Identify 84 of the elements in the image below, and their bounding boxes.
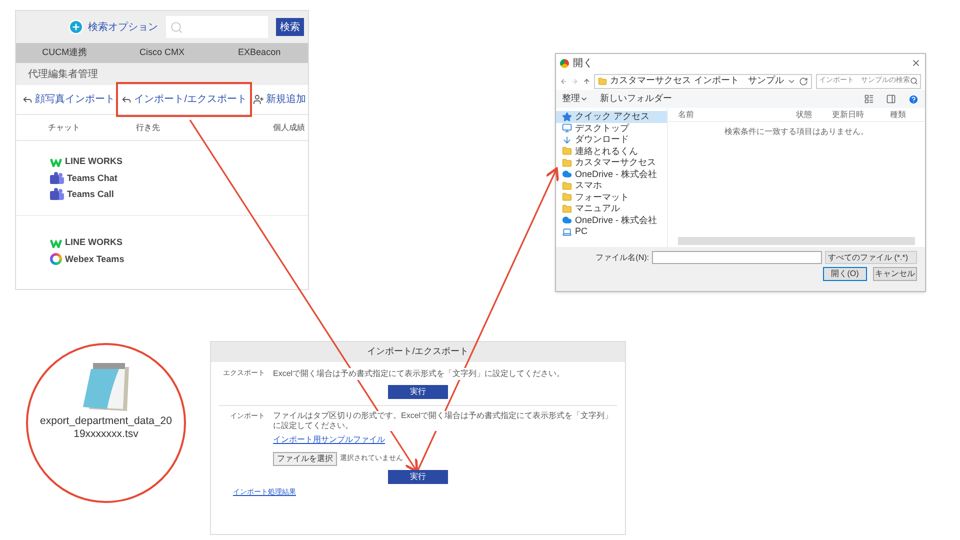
nav-item[interactable]: スマホ — [556, 180, 667, 192]
webex-icon — [50, 253, 62, 266]
run-button[interactable]: 実行 — [388, 470, 448, 484]
lineworks-icon — [50, 156, 62, 167]
nav-item[interactable]: PC — [556, 226, 667, 238]
dialog-button[interactable]: 開く(O) — [823, 267, 867, 281]
column-header[interactable]: 種類 — [890, 108, 906, 120]
folder-icon — [598, 76, 607, 86]
nav-item[interactable]: クイック アクセス — [556, 111, 667, 122]
help-icon[interactable] — [908, 94, 919, 104]
search-button[interactable]: 検索 — [276, 18, 304, 36]
download-icon — [562, 134, 572, 145]
reply-icon — [121, 94, 132, 105]
file-name: export_department_data_2019xxxxxxx.tsv — [39, 415, 173, 441]
column-header[interactable]: 状態 — [796, 108, 832, 120]
teams-icon — [50, 172, 64, 185]
path-segment[interactable]: カスタマーサクセス — [610, 74, 691, 88]
cloud-icon — [562, 215, 572, 226]
back-icon[interactable] — [560, 76, 568, 86]
desktop-icon — [562, 123, 572, 134]
pc-icon — [562, 226, 572, 237]
column-header: チャット — [48, 122, 81, 134]
action-link[interactable]: 顔写真インポート — [22, 92, 116, 107]
search-option-link[interactable]: 検索オプション — [88, 20, 158, 34]
nav-item[interactable]: カスタマーサクセス — [556, 157, 667, 168]
search-icon — [170, 20, 183, 34]
panel-title: インポート/エクスポート — [367, 345, 469, 358]
action-link[interactable]: インポート/エクスポート — [118, 84, 250, 115]
folder-icon — [562, 192, 572, 202]
column-header[interactable]: 名前 — [678, 108, 796, 120]
nav-item[interactable]: OneDrive - 株式会社 — [556, 168, 667, 180]
tab[interactable]: EXBeacon — [210, 46, 308, 60]
refresh-icon[interactable] — [798, 76, 808, 86]
service-name: Webex Teams — [65, 252, 124, 266]
service-name: LINE WORKS — [65, 236, 122, 249]
view-icon[interactable] — [864, 94, 874, 104]
nav-item[interactable]: 連絡とれるくん — [556, 146, 667, 157]
column-header[interactable]: 更新日時 — [832, 108, 890, 120]
empty-message: 検索条件に一致する項目はありません。 — [724, 126, 868, 138]
search-icon — [910, 77, 918, 85]
action-link[interactable]: 新規追加 — [253, 92, 306, 107]
cloud-icon — [562, 169, 572, 180]
filetype-select[interactable]: すべてのファイル (*.*) — [825, 251, 917, 264]
dialog-button[interactable]: キャンセル — [873, 267, 917, 281]
run-button[interactable]: 実行 — [388, 385, 448, 399]
tab[interactable]: Cisco CMX — [113, 46, 211, 60]
teams-icon — [50, 188, 64, 202]
filename-field[interactable] — [652, 251, 822, 264]
organize-menu[interactable]: 整理 — [562, 92, 588, 106]
star-icon — [562, 112, 572, 122]
nav-item[interactable]: フォーマット — [556, 192, 667, 203]
folder-icon — [562, 146, 572, 156]
browser-icon — [560, 58, 569, 68]
column-header: 行き先 — [136, 122, 161, 134]
folder-icon — [562, 180, 572, 191]
new-folder-button[interactable]: 新しいフォルダー — [600, 92, 672, 106]
choose-file-button[interactable]: ファイルを選択 — [273, 452, 337, 466]
service-name: Teams Chat — [67, 172, 118, 184]
folder-icon — [562, 158, 572, 168]
address-bar[interactable]: カスタマーサクセス インポート サンプル — [594, 74, 812, 88]
service-name: Teams Call — [67, 188, 114, 201]
caret-icon — [580, 95, 588, 103]
nav-item[interactable]: OneDrive - 株式会社 — [556, 214, 667, 226]
user-plus-icon — [253, 94, 264, 105]
preview-pane-icon[interactable] — [886, 94, 896, 104]
close-icon[interactable] — [911, 58, 921, 68]
nav-item[interactable]: マニュアル — [556, 203, 667, 214]
lineworks-icon — [50, 238, 62, 248]
sample-file-link[interactable]: インポート用サンプルファイル — [273, 434, 385, 446]
column-header: 個人成績 — [273, 122, 306, 134]
service-name: LINE WORKS — [65, 155, 122, 168]
path-segment[interactable]: インポート サンプル — [694, 74, 784, 88]
section-title: 代理編集者管理 — [28, 68, 98, 82]
up-icon[interactable] — [582, 76, 590, 86]
reply-icon — [22, 94, 34, 105]
nav-item[interactable]: ダウンロード — [556, 134, 667, 146]
plus-icon[interactable] — [68, 19, 84, 35]
tab[interactable]: CUCM連携 — [16, 46, 114, 60]
filename-label: ファイル名(N): — [596, 252, 649, 264]
search-field[interactable] — [166, 16, 268, 38]
nav-item[interactable]: デスクトップ — [556, 122, 667, 134]
dialog-title: 開く — [573, 56, 593, 70]
folder-icon — [562, 204, 572, 214]
horizontal-scrollbar[interactable] — [678, 237, 915, 245]
